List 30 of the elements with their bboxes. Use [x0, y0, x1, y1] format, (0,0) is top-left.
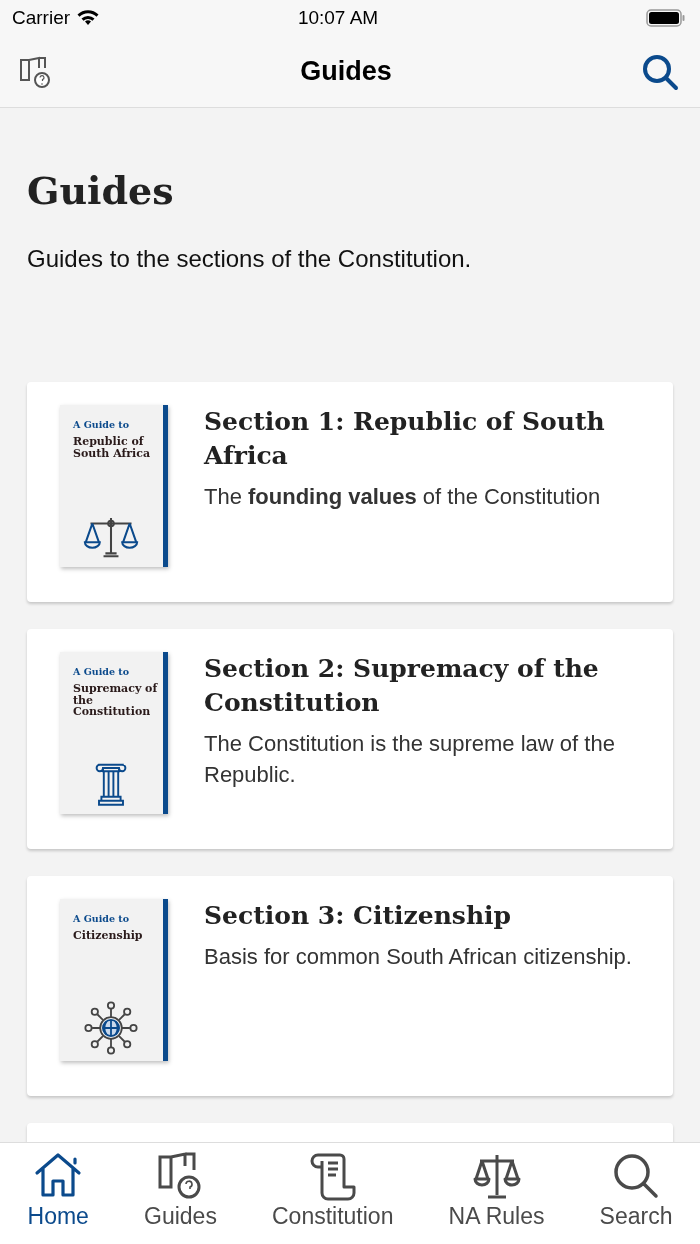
- cover-label: A Guide to: [73, 666, 131, 677]
- cover-label: A Guide to: [73, 913, 131, 924]
- guide-card[interactable]: A Guide to Supremacy of the Constitution Section 2: Supremacy of the Constitution The Constitution is the supreme law of the Republic.: [27, 629, 673, 849]
- tab-item[interactable]: Home: [27, 1151, 89, 1230]
- tab-item[interactable]: Search: [599, 1151, 673, 1230]
- guide-description: The Constitution is the supreme law of the Republic.: [204, 730, 616, 789]
- guide-title: Section 1: Republic of South Africa: [204, 406, 606, 472]
- carrier-name: Carrier: [12, 7, 71, 29]
- cover-title: Citizenship: [73, 930, 144, 942]
- tab-item[interactable]: Guides: [144, 1151, 217, 1230]
- page-heading: Guides: [27, 168, 175, 214]
- cover-label: A Guide to: [73, 419, 131, 430]
- guide-card[interactable]: A Guide to Republic of South Africa Section 1: Republic of South Africa The founding values of the Constitution: [27, 382, 673, 602]
- cover-title: Supremacy of the Constitution: [73, 683, 159, 718]
- wifi-icon: [76, 9, 101, 27]
- search-icon: [611, 1151, 661, 1201]
- tab-item[interactable]: Constitution: [272, 1151, 394, 1230]
- battery-icon: [646, 9, 686, 27]
- page-subtitle: Guides to the sections of the Constitution.: [27, 244, 473, 274]
- guide-title: Section 2: Supremacy of the Constitution: [204, 653, 600, 719]
- tab-item[interactable]: NA Rules: [448, 1151, 545, 1230]
- status-time: 10:07 AM: [296, 7, 380, 29]
- globe-network-icon: [84, 1001, 138, 1055]
- guide-book-icon[interactable]: [18, 54, 52, 89]
- guide-title: Section 3: Citizenship: [204, 900, 513, 932]
- guide-description: Basis for common South African citizenship.: [204, 943, 632, 971]
- cover-title: Republic of South Africa: [73, 436, 152, 460]
- nav-title: Guides: [300, 56, 392, 87]
- guide-card[interactable]: A Guide to Citizenship Section 3: Citizenship Basis for common South African citizenship.: [27, 876, 673, 1096]
- guide-description: The founding values of the Constitution: [204, 483, 602, 511]
